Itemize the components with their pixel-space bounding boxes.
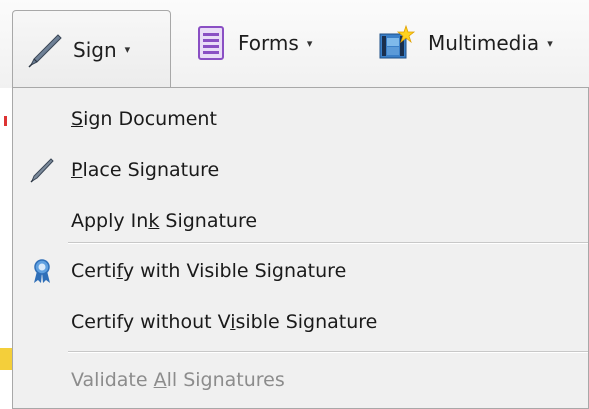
chevron-down-icon: ▾ (124, 43, 131, 56)
sign-button-label: Sign (73, 37, 117, 62)
sign-dropdown-menu: Sign Document Place Signature Apply Ink … (12, 87, 589, 409)
menu-item-label: Sign Document (71, 108, 217, 130)
multimedia-button-label: Multimedia (428, 31, 540, 55)
menu-separator (68, 351, 588, 353)
pen-icon (30, 158, 54, 183)
document-mark (4, 116, 7, 126)
menu-separator (68, 242, 588, 244)
menu-item-place-signature[interactable]: Place Signature (13, 147, 588, 193)
menu-item-sign-document[interactable]: Sign Document (13, 96, 588, 142)
multimedia-icon (379, 24, 416, 59)
menu-item-label: Apply Ink Signature (71, 210, 258, 232)
menu-item-certify-invisible[interactable]: Certify without Visible Signature (13, 299, 588, 345)
ribbon-icon (34, 259, 50, 283)
chevron-down-icon: ▾ (547, 36, 553, 50)
menu-item-label: Certify without Visible Signature (71, 311, 378, 333)
menu-item-apply-ink-signature[interactable]: Apply Ink Signature (13, 198, 588, 244)
forms-button-label: Forms (238, 31, 299, 55)
menu-item-label: Certify with Visible Signature (71, 260, 347, 282)
menu-item-label: Place Signature (71, 159, 220, 181)
menu-item-validate-all: Validate All Signatures (13, 357, 588, 403)
forms-button[interactable]: Forms ▾ (198, 10, 312, 76)
pen-icon (28, 33, 62, 68)
app-window: Sign ▾ Forms ▾ Multimedia ▾ Sign Documen… (0, 0, 589, 409)
menu-item-certify-visible[interactable]: Certify with Visible Signature (13, 248, 588, 294)
multimedia-button[interactable]: Multimedia ▾ (378, 10, 553, 76)
toolbar: Sign ▾ Forms ▾ Multimedia ▾ (0, 0, 589, 88)
sign-button[interactable]: Sign ▾ (12, 10, 171, 88)
menu-item-label: Validate All Signatures (71, 369, 285, 391)
chevron-down-icon: ▾ (306, 36, 313, 50)
forms-icon (198, 26, 224, 60)
